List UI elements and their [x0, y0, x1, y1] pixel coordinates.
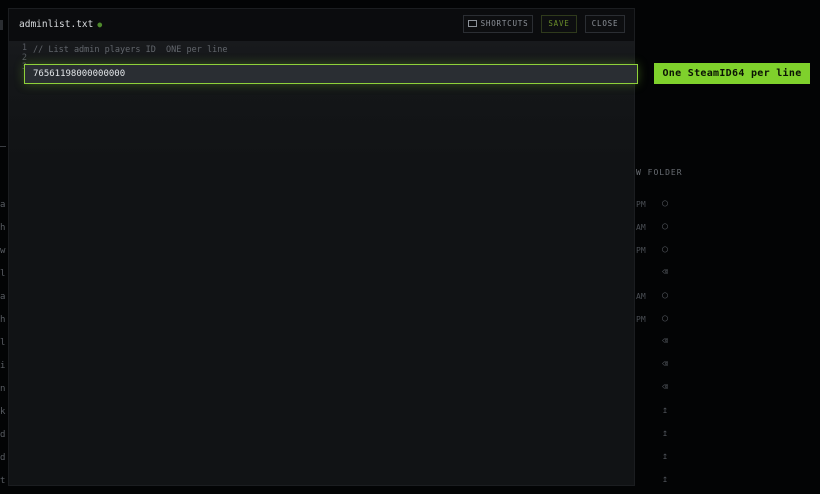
background-row-label: k [0, 407, 6, 417]
background-row-label: l [0, 269, 6, 279]
background-divider [0, 146, 6, 147]
hint-tooltip: One SteamID64 per line [654, 63, 810, 84]
background-row-label: n [0, 384, 6, 394]
background-row-time: AM [636, 292, 646, 301]
background-row-label: i [0, 361, 6, 371]
active-editor-line[interactable]: 76561198000000000 [24, 64, 638, 84]
background-row-action-icon: ⌫ [662, 267, 669, 278]
background-row-time: PM [636, 246, 646, 255]
background-row-time: PM [636, 315, 646, 324]
background-column-header: W FOLDER [636, 168, 683, 177]
background-row-label: a [0, 200, 6, 210]
background-row-label: t [0, 476, 6, 486]
background-tag [0, 20, 3, 30]
editor-title: adminlist.txt ● [19, 19, 102, 30]
background-row-time: PM [636, 200, 646, 209]
background-row-action-icon: ○ [662, 244, 669, 255]
background-row-action-icon: ↥ [662, 474, 669, 485]
shortcuts-label: SHORTCUTS [480, 19, 529, 28]
background-row-label: w [0, 246, 6, 256]
background-row-action-icon: ○ [662, 313, 669, 324]
background-row-action-icon: ↥ [662, 428, 669, 439]
close-button[interactable]: CLOSE [585, 15, 625, 33]
background-row-label: l [0, 338, 6, 348]
background-row-label: d [0, 430, 6, 440]
background-row-label: h [0, 223, 6, 233]
background-row-label: h [0, 315, 6, 325]
background-row-label: a [0, 292, 6, 302]
save-button[interactable]: SAVE [541, 15, 577, 33]
shortcuts-button[interactable]: SHORTCUTS [463, 15, 533, 33]
file-editor-modal: adminlist.txt ● SHORTCUTS SAVE CLOSE 1 2 … [8, 8, 638, 486]
editor-header: adminlist.txt ● SHORTCUTS SAVE CLOSE [9, 9, 634, 41]
background-row-action-icon: ⌫ [662, 336, 669, 347]
background-row-action-icon: ○ [662, 221, 669, 232]
filename: adminlist.txt [19, 19, 94, 30]
code-editor[interactable]: 1 2 3 // List admin players ID ONE per l… [9, 41, 638, 485]
background-row-time: AM [636, 223, 646, 232]
background-row-action-icon: ↥ [662, 451, 669, 462]
background-row-action-icon: ⌫ [662, 382, 669, 393]
background-row-label: d [0, 453, 6, 463]
background-row-action-icon: ○ [662, 198, 669, 209]
steamid-entry: 76561198000000000 [33, 69, 126, 79]
background-row-action-icon: ↥ [662, 405, 669, 416]
comment-line[interactable]: // List admin players ID ONE per line [33, 45, 227, 55]
background-row-action-icon: ⌫ [662, 359, 669, 370]
unsaved-indicator-icon: ● [97, 20, 103, 29]
keyboard-icon [467, 19, 477, 27]
background-row-action-icon: ○ [662, 290, 669, 301]
